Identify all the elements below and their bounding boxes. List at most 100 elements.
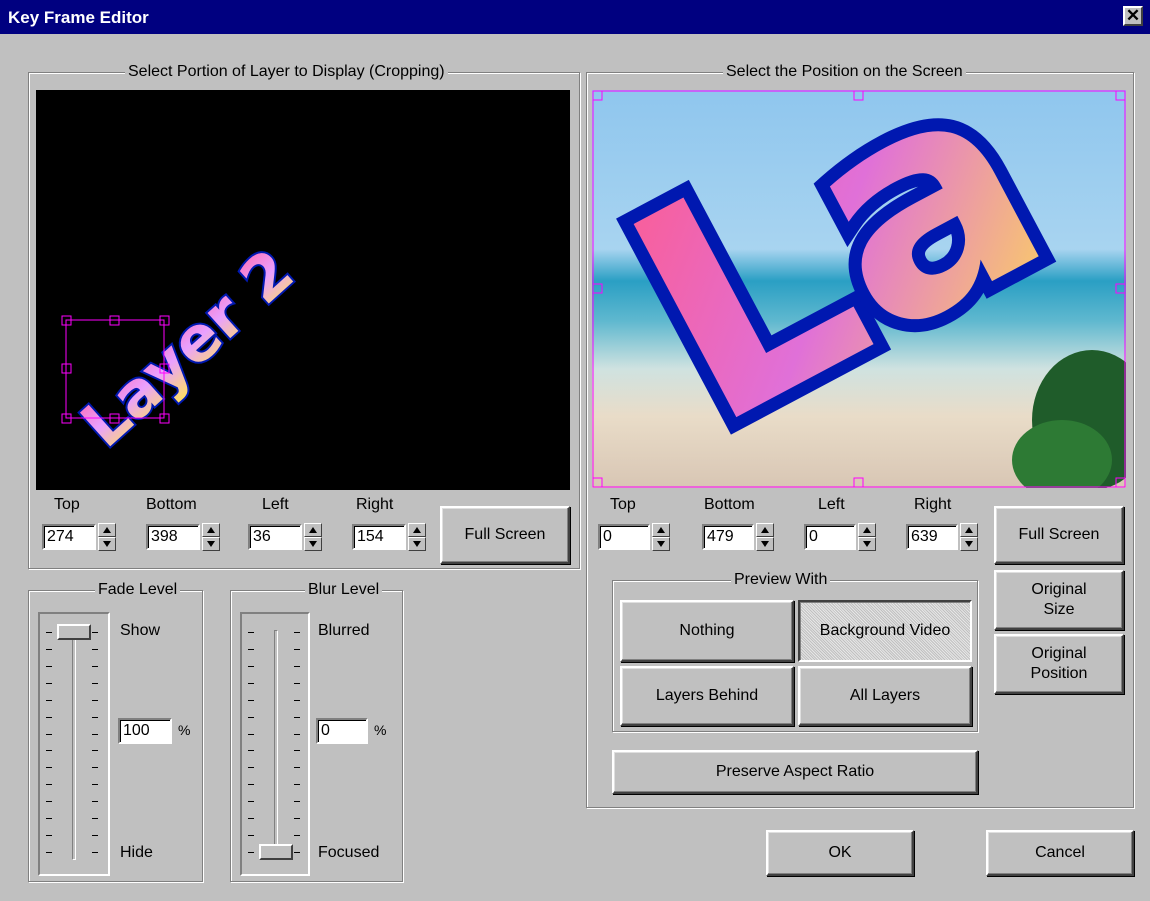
triangle-up-icon[interactable] <box>202 523 220 537</box>
slider-tick <box>294 648 300 650</box>
slider-tick <box>294 767 300 769</box>
slider-tick <box>92 801 98 803</box>
ok-button[interactable]: OK <box>766 830 914 876</box>
original-size-button[interactable]: Original Size <box>994 570 1124 630</box>
triangle-down-icon[interactable] <box>202 537 220 551</box>
triangle-up-icon[interactable] <box>408 523 426 537</box>
crop-right-field[interactable]: 154 <box>352 524 406 550</box>
pos-right-spinner[interactable] <box>960 523 978 551</box>
slider-tick <box>248 767 254 769</box>
pos-right-field[interactable]: 639 <box>906 524 958 550</box>
slider-tick <box>92 818 98 820</box>
slider-tick <box>92 767 98 769</box>
pos-left-spinner[interactable] <box>858 523 876 551</box>
triangle-up-icon[interactable] <box>652 523 670 537</box>
cropping-preview-canvas: Layer 2 <box>61 233 309 463</box>
slider-tick <box>92 750 98 752</box>
position-handle[interactable] <box>1115 90 1126 101</box>
slider-tick <box>248 835 254 837</box>
crop-left-label: Left <box>262 496 289 513</box>
slider-tick <box>92 733 98 735</box>
slider-tick <box>46 682 52 684</box>
window-title: Key Frame Editor <box>8 8 149 27</box>
preserve-aspect-ratio-button[interactable]: Preserve Aspect Ratio <box>612 750 978 794</box>
position-handle[interactable] <box>1115 283 1126 294</box>
crop-top-field[interactable]: 274 <box>42 524 96 550</box>
slider-tick <box>92 699 98 701</box>
crop-right-spinner[interactable] <box>408 523 426 551</box>
blur-slider[interactable] <box>240 612 310 876</box>
preview-background-video-button[interactable]: Background Video <box>798 600 972 662</box>
slider-tick <box>46 818 52 820</box>
pos-bottom-spinner[interactable] <box>756 523 774 551</box>
slider-tick <box>294 801 300 803</box>
position-handle[interactable] <box>592 283 603 294</box>
slider-tick <box>92 852 98 853</box>
crop-top-spinner[interactable] <box>98 523 116 551</box>
crop-bottom-spinner[interactable] <box>202 523 220 551</box>
layer-text-large: La <box>592 90 1093 488</box>
triangle-down-icon[interactable] <box>304 537 322 551</box>
preview-all-layers-button[interactable]: All Layers <box>798 666 972 726</box>
triangle-down-icon[interactable] <box>98 537 116 551</box>
triangle-down-icon[interactable] <box>756 537 774 551</box>
triangle-up-icon[interactable] <box>960 523 978 537</box>
position-handle[interactable] <box>853 477 864 488</box>
pos-top-spinner[interactable] <box>652 523 670 551</box>
slider-tick <box>92 716 98 718</box>
triangle-up-icon[interactable] <box>98 523 116 537</box>
preview-layers-behind-button[interactable]: Layers Behind <box>620 666 794 726</box>
slider-tick <box>294 818 300 820</box>
blur-focused-label: Focused <box>318 844 380 861</box>
blur-percent-label: % <box>374 722 387 738</box>
pos-full-screen-button[interactable]: Full Screen <box>994 506 1124 564</box>
crop-full-screen-button[interactable]: Full Screen <box>440 506 570 564</box>
slider-tick <box>92 648 98 650</box>
pos-left-label: Left <box>818 496 845 513</box>
slider-tick <box>248 852 254 853</box>
slider-tick <box>248 699 254 701</box>
close-icon[interactable]: ✕ <box>1123 6 1143 26</box>
slider-tick <box>46 801 52 803</box>
position-preview[interactable]: La <box>592 90 1126 488</box>
triangle-down-icon[interactable] <box>960 537 978 551</box>
slider-tick <box>46 665 52 667</box>
pos-top-label: Top <box>610 496 636 513</box>
pos-left-field[interactable]: 0 <box>804 524 856 550</box>
triangle-up-icon[interactable] <box>858 523 876 537</box>
slider-tick <box>294 835 300 837</box>
position-handle[interactable] <box>592 477 603 488</box>
fade-percent-label: % <box>178 722 191 738</box>
pos-bottom-field[interactable]: 479 <box>702 524 754 550</box>
slider-tick <box>248 682 254 684</box>
crop-bottom-field[interactable]: 398 <box>146 524 200 550</box>
triangle-down-icon[interactable] <box>858 537 876 551</box>
cancel-button[interactable]: Cancel <box>986 830 1134 876</box>
slider-tick <box>46 648 52 650</box>
original-position-button[interactable]: Original Position <box>994 634 1124 694</box>
triangle-up-icon[interactable] <box>304 523 322 537</box>
crop-left-spinner[interactable] <box>304 523 322 551</box>
triangle-down-icon[interactable] <box>408 537 426 551</box>
slider-tick <box>248 632 254 633</box>
slider-tick <box>294 665 300 667</box>
cropping-preview[interactable]: Layer 2 <box>36 90 570 490</box>
triangle-up-icon[interactable] <box>756 523 774 537</box>
pos-bottom-label: Bottom <box>704 496 755 513</box>
fade-slider[interactable] <box>38 612 110 876</box>
fade-value-field[interactable]: 100 <box>118 718 172 744</box>
slider-tick <box>46 852 52 853</box>
pos-top-field[interactable]: 0 <box>598 524 650 550</box>
fade-slider-thumb[interactable] <box>57 624 91 640</box>
crop-left-field[interactable]: 36 <box>248 524 302 550</box>
crop-right-label: Right <box>356 496 394 513</box>
slider-tick <box>294 632 300 633</box>
slider-tick <box>294 852 300 853</box>
slider-tick <box>248 716 254 718</box>
triangle-down-icon[interactable] <box>652 537 670 551</box>
crop-bottom-label: Bottom <box>146 496 197 513</box>
preview-nothing-button[interactable]: Nothing <box>620 600 794 662</box>
position-handle[interactable] <box>592 90 603 101</box>
blur-slider-thumb[interactable] <box>259 844 293 860</box>
blur-value-field[interactable]: 0 <box>316 718 368 744</box>
